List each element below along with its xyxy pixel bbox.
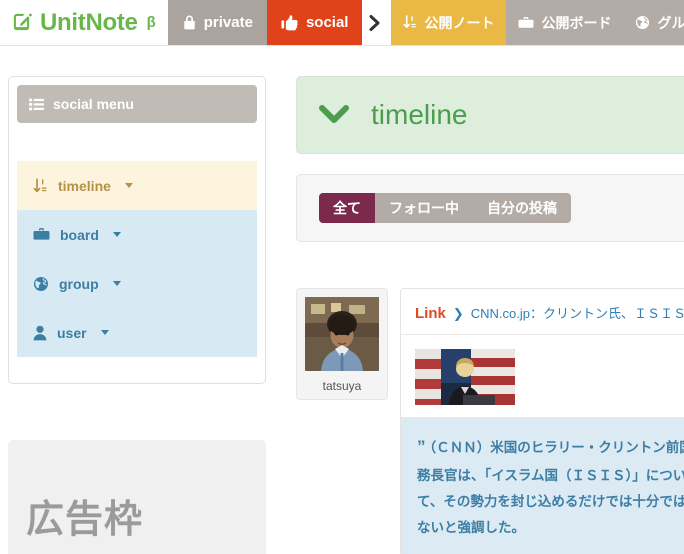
- page-title: timeline: [371, 99, 468, 130]
- post-quote-text: （ＣＮＮ）米国のヒラリー・クリントン前国務長官は、「イスラム国（ＩＳＩＳ）」につ…: [417, 440, 684, 535]
- chevron-right-icon: [369, 14, 382, 31]
- filter-button-my-posts[interactable]: 自分の投稿: [473, 193, 571, 223]
- globe-icon: [635, 15, 650, 30]
- top-navbar: UnitNote β private social 公開ノート 公開ボード グル: [0, 0, 684, 46]
- sidebar-panel: social menu timeline board group user: [8, 76, 266, 384]
- chevron-down-icon: [112, 281, 121, 286]
- main-content: timeline 全て フォロー中 自分の投稿 tatsuya Link ❯ C…: [296, 76, 684, 554]
- brand-logo[interactable]: UnitNote β: [0, 0, 168, 45]
- context-switcher: private social: [167, 0, 363, 45]
- avatar: [305, 297, 379, 371]
- sidebar-header-label: social menu: [53, 96, 134, 112]
- nav-item-public-board[interactable]: 公開ボード: [506, 0, 623, 45]
- post-quote-block: ” （ＣＮＮ）米国のヒラリー・クリントン前国務長官は、「イスラム国（ＩＳＩＳ）」に…: [401, 417, 684, 554]
- chevron-down-icon: [319, 104, 349, 126]
- post-link-row: Link ❯ CNN.co.jp：クリントン氏、ＩＳＩＳ封じ込め: [401, 303, 684, 334]
- post-link-title[interactable]: CNN.co.jp：クリントン氏、ＩＳＩＳ封じ込め: [471, 303, 684, 322]
- context-separator: [362, 0, 392, 45]
- filter-button-group: 全て フォロー中 自分の投稿: [319, 193, 571, 223]
- nav-item-group[interactable]: グループ: [623, 0, 684, 45]
- sort-numeric-down-icon: [403, 15, 417, 30]
- list-icon: [29, 98, 44, 111]
- sidebar-item-group[interactable]: group: [17, 259, 257, 308]
- navbar-menu: 公開ノート 公開ボード グル: [391, 0, 684, 45]
- post-author-name: tatsuya: [322, 379, 362, 393]
- quote-mark-icon: ”: [417, 437, 426, 456]
- nav-item-group-label: グループ: [657, 14, 684, 31]
- lock-icon: [182, 14, 197, 31]
- chevron-down-icon: [100, 330, 109, 335]
- context-button-social-label: social: [305, 14, 349, 31]
- sidebar-item-timeline[interactable]: timeline: [17, 161, 257, 210]
- advertisement-placeholder: 広告枠: [8, 440, 266, 554]
- context-button-private-label: private: [203, 14, 253, 31]
- sidebar-section-blue: board group user: [17, 210, 257, 357]
- advertisement-label: 広告枠: [26, 498, 144, 541]
- user-icon: [33, 325, 47, 341]
- context-button-private[interactable]: private: [167, 0, 267, 45]
- chevron-down-icon: [124, 183, 133, 188]
- briefcase-icon: [518, 16, 534, 30]
- brand-beta-tag: β: [146, 14, 156, 31]
- nav-item-public-board-label: 公開ボード: [541, 14, 612, 31]
- context-button-social[interactable]: social: [266, 0, 363, 45]
- sidebar-item-timeline-label: timeline: [58, 177, 111, 194]
- filter-button-following[interactable]: フォロー中: [375, 193, 473, 223]
- post-link-tag: Link: [415, 305, 446, 322]
- chevron-right-icon: ❯: [452, 306, 464, 321]
- post-thumbnail-wrap: [401, 335, 684, 417]
- filter-panel: 全て フォロー中 自分の投稿: [296, 174, 684, 242]
- edit-square-icon: [10, 11, 33, 34]
- sidebar-item-user-label: user: [57, 324, 87, 341]
- post-thumbnail[interactable]: [415, 349, 515, 405]
- briefcase-icon: [33, 227, 50, 242]
- post-author-card[interactable]: tatsuya: [296, 288, 388, 400]
- nav-item-public-note-label: 公開ノート: [424, 14, 495, 31]
- thumbs-up-icon: [281, 14, 299, 31]
- nav-item-public-note[interactable]: 公開ノート: [391, 0, 507, 45]
- navbar-right: private social 公開ノート 公開ボード グル: [167, 0, 684, 45]
- sidebar-item-group-label: group: [59, 275, 99, 292]
- brand-name: UnitNote: [40, 8, 138, 36]
- sidebar-item-user[interactable]: user: [17, 308, 257, 357]
- sidebar-header: social menu: [17, 85, 257, 123]
- sort-numeric-down-icon: [33, 178, 48, 194]
- post-item: tatsuya Link ❯ CNN.co.jp：クリントン氏、ＩＳＩＳ封じ込め: [296, 288, 684, 554]
- sidebar-item-board[interactable]: board: [17, 210, 257, 259]
- chevron-down-icon: [112, 232, 121, 237]
- post-content-card: Link ❯ CNN.co.jp：クリントン氏、ＩＳＩＳ封じ込め: [400, 288, 684, 554]
- globe-icon: [33, 276, 49, 292]
- filter-button-all[interactable]: 全て: [319, 193, 375, 223]
- sidebar-item-board-label: board: [60, 226, 99, 243]
- timeline-header-panel: timeline: [296, 76, 684, 154]
